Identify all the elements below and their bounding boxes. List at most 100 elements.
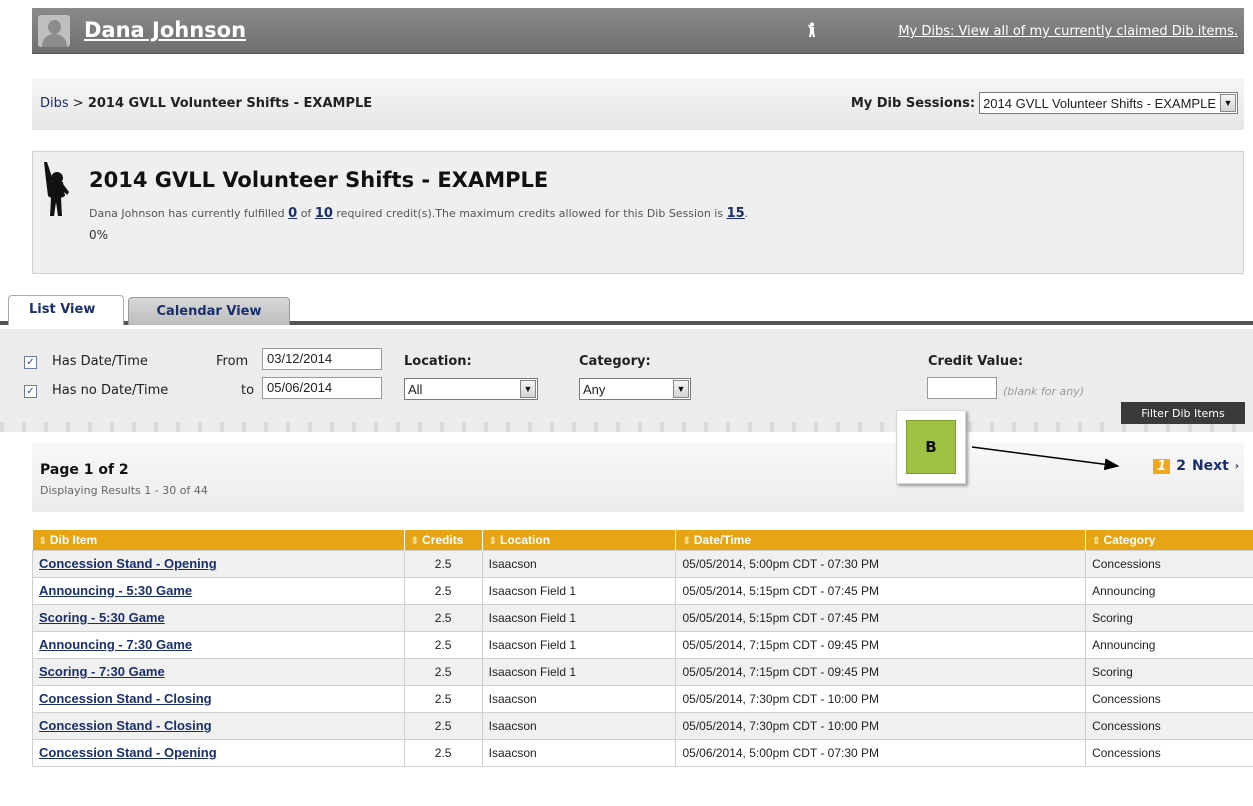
table-row: Announcing - 5:30 Game 2.5 Isaacson Field … [32,576,1253,605]
sort-icon: ⇕ [1092,535,1101,547]
results-count: Displaying Results 1 - 30 of 44 [40,484,208,497]
dib-item-link[interactable]: Concession Stand - Closing [39,691,212,706]
cell-datetime: 05/05/2014, 5:15pm CDT - 07:45 PM [675,603,1087,632]
table-header-row: ⇕ Dib Item ⇕ Credits ⇕ Location ⇕ Date/Time … [32,530,1253,550]
dib-item-link[interactable]: Scoring - 5:30 Game [39,610,165,625]
cell-dib-item: Concession Stand - Closing [32,684,405,713]
chevron-down-icon[interactable]: ▼ [520,380,536,398]
cell-credits: 2.5 [403,684,483,713]
table-row: Concession Stand - Opening 2.5 Isaacson 05/… [32,549,1253,578]
cell-location: Isaacson Field 1 [481,657,677,686]
credit-value-input[interactable] [927,377,997,399]
maximum-credits: 15 [726,206,745,221]
dib-items-table: ⇕ Dib Item ⇕ Credits ⇕ Location ⇕ Date/Time … [32,530,1253,767]
dib-item-link[interactable]: Announcing - 7:30 Game [39,637,192,652]
page-2-link[interactable]: 2 [1176,458,1186,474]
dib-item-link[interactable]: Scoring - 7:30 Game [39,664,165,679]
waving-person-icon [44,162,69,216]
chevron-down-icon[interactable]: ▼ [673,380,689,398]
paging-band [32,442,1244,512]
cell-credits: 2.5 [403,630,483,659]
dib-item-link[interactable]: Announcing - 5:30 Game [39,583,192,598]
location-select-value: All [408,381,423,397]
sessions-select[interactable]: 2014 GVLL Volunteer Shifts - EXAMPLE ▼ [979,92,1238,114]
table-row: Concession Stand - Opening 2.5 Isaacson 05/… [32,738,1253,767]
has-no-date-time-checkbox[interactable]: ✓ [24,385,37,398]
column-header-date-time[interactable]: ⇕ Date/Time [675,530,1087,550]
cell-dib-item: Scoring - 5:30 Game [32,603,405,632]
session-title: 2014 GVLL Volunteer Shifts - EXAMPLE [89,168,549,192]
category-select[interactable]: Any ▼ [579,378,691,400]
required-credits: 10 [314,206,333,221]
cell-datetime: 05/05/2014, 7:15pm CDT - 09:45 PM [675,630,1087,659]
dib-item-link[interactable]: Concession Stand - Opening [39,556,217,571]
cell-dib-item: Announcing - 5:30 Game [32,576,405,605]
dib-item-link[interactable]: Concession Stand - Opening [39,745,217,760]
sort-icon: ⇕ [410,535,420,547]
session-info-panel: 2014 GVLL Volunteer Shifts - EXAMPLE Dan… [32,151,1244,274]
cell-dib-item: Concession Stand - Closing [32,711,405,740]
cell-datetime: 05/05/2014, 7:15pm CDT - 09:45 PM [675,657,1087,686]
table-row: Scoring - 7:30 Game 2.5 Isaacson Field 1 05… [32,657,1253,686]
chevron-down-icon[interactable]: ▼ [1220,94,1236,112]
tab-calendar-view[interactable]: Calendar View [128,297,290,325]
column-header-category[interactable]: ⇕ Category [1085,530,1253,550]
view-tabs: List View Calendar View [0,295,1253,325]
next-page-link[interactable]: Next [1192,458,1229,474]
my-dibs-link[interactable]: My Dibs: View all of my currently claime… [898,24,1238,39]
pagination: 1 2 Next › [1153,458,1239,474]
dib-item-link[interactable]: Concession Stand - Closing [39,718,212,733]
column-header-dib-item[interactable]: ⇕ Dib Item [32,530,405,550]
cell-credits: 2.5 [403,711,483,740]
table-row: Announcing - 7:30 Game 2.5 Isaacson Field … [32,630,1253,659]
user-name-link[interactable]: Dana Johnson [84,18,246,42]
breadcrumb-dibs-link[interactable]: Dibs [40,96,69,111]
credit-value-label: Credit Value: [928,354,1024,369]
cell-dib-item: Announcing - 7:30 Game [32,630,405,659]
header-bar: Dana Johnson My Dibs: View all of my cur… [32,8,1244,54]
from-date-input[interactable]: 03/12/2014 [262,348,382,370]
to-date-input[interactable]: 05/06/2014 [262,377,382,399]
breadcrumb-current: 2014 GVLL Volunteer Shifts - EXAMPLE [87,96,373,111]
cell-dib-item: Concession Stand - Opening [32,738,405,767]
cell-location: Isaacson [481,549,677,578]
tab-list-view[interactable]: List View [8,295,124,325]
from-label: From [216,354,249,369]
cell-category: Scoring [1085,603,1253,632]
chevron-right-icon[interactable]: › [1235,461,1239,472]
to-label: to [241,383,255,398]
cell-credits: 2.5 [403,657,483,686]
sort-icon: ⇕ [38,535,47,547]
sessions-label: My Dib Sessions: [850,95,976,111]
filter-dib-items-button[interactable]: Filter Dib Items [1121,402,1245,424]
cell-datetime: 05/05/2014, 7:30pm CDT - 10:00 PM [675,711,1087,740]
column-header-credits[interactable]: ⇕ Credits [404,530,483,550]
has-no-date-time-label: Has no Date/Time [52,383,169,398]
cell-datetime: 05/05/2014, 5:15pm CDT - 07:45 PM [675,576,1087,605]
cell-category: Announcing [1085,576,1253,605]
sort-icon: ⇕ [682,535,691,547]
location-select[interactable]: All ▼ [404,378,538,400]
cell-category: Concessions [1085,738,1253,767]
cell-dib-item: Scoring - 7:30 Game [32,657,405,686]
table-row: Scoring - 5:30 Game 2.5 Isaacson Field 1 05… [32,603,1253,632]
category-select-value: Any [583,381,606,397]
filter-divider [0,422,1253,432]
cell-location: Isaacson [481,738,677,767]
walker-icon [806,22,818,42]
cell-credits: 2.5 [403,549,483,578]
table-row: Concession Stand - Closing 2.5 Isaacson 05/… [32,711,1253,740]
column-header-location[interactable]: ⇕ Location [482,530,677,550]
cell-location: Isaacson Field 1 [481,630,677,659]
credit-value-hint: (blank for any) [1003,385,1085,398]
cell-credits: 2.5 [403,603,483,632]
has-date-time-checkbox[interactable]: ✓ [24,356,37,369]
cell-dib-item: Concession Stand - Opening [32,549,405,578]
sessions-select-value: 2014 GVLL Volunteer Shifts - EXAMPLE [983,95,1216,111]
has-date-time-label: Has Date/Time [52,354,148,369]
table-row: Concession Stand - Closing 2.5 Isaacson 05/… [32,684,1253,713]
category-label: Category: [579,354,651,369]
annotation-callout: B [896,410,966,484]
current-page: 1 [1153,458,1171,474]
annotation-label: B [906,420,956,474]
